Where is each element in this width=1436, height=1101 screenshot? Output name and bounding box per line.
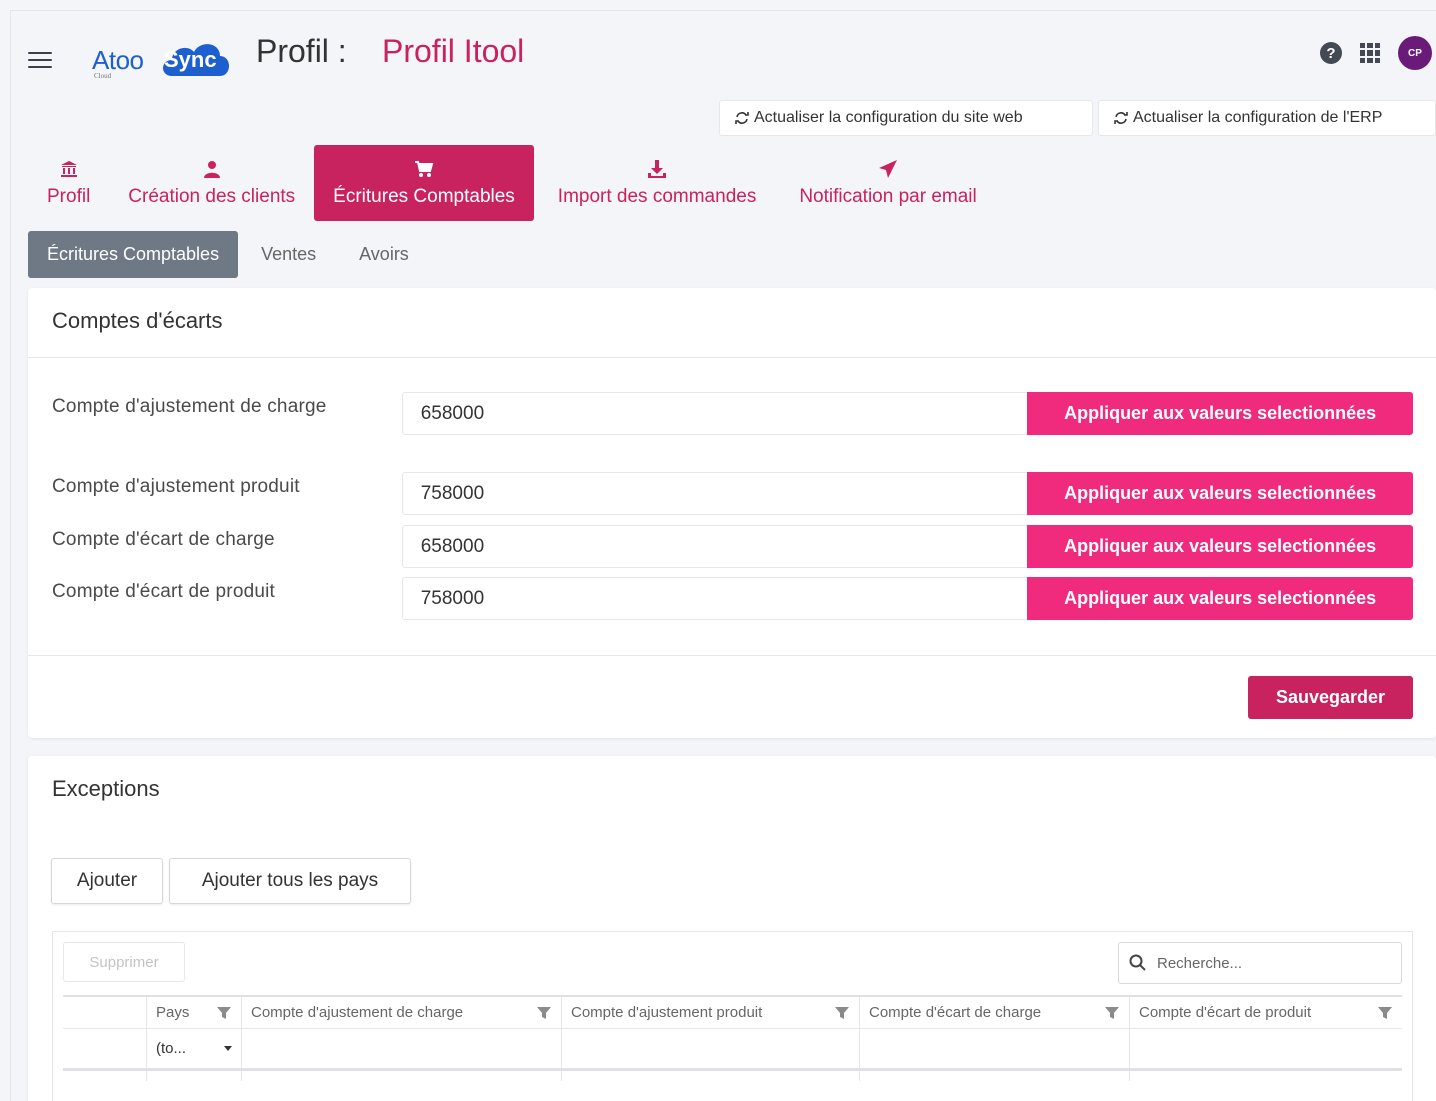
refresh-icon — [1114, 112, 1128, 124]
field-label: Compte d'ajustement produit — [52, 476, 300, 497]
divider — [28, 357, 1436, 358]
tab-profil-label: Profil — [47, 186, 91, 207]
save-button[interactable]: Sauvegarder — [1248, 676, 1413, 719]
form-row: Compte d'ajustement produit 758000 Appli… — [52, 472, 1413, 515]
exceptions-grid: Supprimer Recherche... Pays Compte d'aju… — [52, 931, 1413, 1101]
field-label: Compte d'écart de charge — [52, 529, 275, 550]
add-button[interactable]: Ajouter — [51, 858, 163, 904]
refresh-erp-button[interactable]: Actualiser la configuration de l'ERP — [1098, 100, 1436, 136]
refresh-erp-label: Actualiser la configuration de l'ERP — [1133, 109, 1383, 126]
column-header-select — [63, 997, 147, 1028]
filter-icon[interactable] — [834, 1005, 850, 1021]
pays-filter-select[interactable]: (to... — [147, 1029, 242, 1068]
filter-icon[interactable] — [1104, 1005, 1120, 1021]
apply-button[interactable]: Appliquer aux valeurs selectionnées — [1027, 577, 1413, 620]
comptes-ecarts-card: Comptes d'écarts Compte d'ajustement de … — [28, 288, 1436, 738]
form-row: Compte d'écart de produit 758000 Appliqu… — [52, 577, 1413, 620]
subtab-ecritures-comptables[interactable]: Écritures Comptables — [28, 231, 239, 278]
subtab-ventes[interactable]: Ventes — [238, 231, 339, 278]
body-cell — [63, 1071, 147, 1081]
body-cell — [562, 1071, 860, 1081]
avatar[interactable]: CP — [1398, 36, 1432, 70]
tab-notification-email-label: Notification par email — [799, 186, 977, 207]
table-header-row: Pays Compte d'ajustement de charge Compt… — [63, 997, 1402, 1029]
logo-subtext: Cloud — [94, 72, 112, 80]
body-cell — [860, 1071, 1130, 1081]
filter-cell[interactable] — [860, 1029, 1130, 1068]
tab-import-commandes-label: Import des commandes — [557, 186, 757, 207]
bank-icon — [60, 161, 77, 177]
user-icon — [203, 161, 220, 178]
logo[interactable]: Atoo Sync Cloud — [92, 34, 242, 82]
tab-profil[interactable]: Profil — [28, 145, 109, 221]
apply-button[interactable]: Appliquer aux valeurs selectionnées — [1027, 392, 1413, 435]
table-body — [63, 1071, 1402, 1081]
search-input[interactable]: Recherche... — [1118, 942, 1402, 984]
filter-row: (to... — [63, 1029, 1402, 1071]
filter-icon[interactable] — [216, 1005, 232, 1021]
apply-button[interactable]: Appliquer aux valeurs selectionnées — [1027, 525, 1413, 568]
tab-ecritures-comptables[interactable]: Écritures Comptables — [314, 145, 534, 221]
delete-button[interactable]: Supprimer — [63, 942, 185, 982]
filter-icon[interactable] — [536, 1005, 552, 1021]
body-cell — [242, 1071, 562, 1081]
apps-grid-icon[interactable] — [1360, 43, 1380, 63]
cart-icon — [414, 161, 434, 177]
filter-cell[interactable] — [562, 1029, 860, 1068]
ajustement-charge-input[interactable]: 658000 — [401, 392, 1028, 435]
page-title-label: Profil : — [256, 33, 347, 69]
refresh-icon — [735, 112, 749, 124]
column-header-pays[interactable]: Pays — [147, 997, 242, 1028]
caret-down-icon — [224, 1046, 232, 1051]
form-row: Compte d'écart de charge 658000 Applique… — [52, 525, 1413, 568]
apply-button[interactable]: Appliquer aux valeurs selectionnées — [1027, 472, 1413, 515]
download-icon — [648, 160, 667, 178]
search-placeholder: Recherche... — [1157, 954, 1243, 972]
filter-cell[interactable] — [242, 1029, 562, 1068]
send-icon — [879, 160, 898, 178]
field-label: Compte d'ajustement de charge — [52, 396, 327, 417]
logo-text-sync: Sync — [164, 47, 217, 72]
column-header-ajustement-charge[interactable]: Compte d'ajustement de charge — [242, 997, 562, 1028]
filter-cell[interactable] — [1130, 1029, 1402, 1068]
tab-import-commandes[interactable]: Import des commandes — [534, 145, 781, 221]
body-cell — [1130, 1071, 1402, 1081]
tab-ecritures-comptables-label: Écritures Comptables — [333, 186, 515, 207]
column-header-ecart-charge[interactable]: Compte d'écart de charge — [860, 997, 1130, 1028]
add-all-countries-button[interactable]: Ajouter tous les pays — [169, 858, 411, 904]
tab-notification-email[interactable]: Notification par email — [780, 145, 995, 221]
help-icon[interactable]: ? — [1320, 42, 1342, 64]
main-tabs: Profil Création des clients Écritures Co… — [28, 145, 996, 221]
column-header-ecart-produit[interactable]: Compte d'écart de produit — [1130, 997, 1402, 1028]
ajustement-produit-input[interactable]: 758000 — [401, 472, 1028, 515]
tab-creation-clients[interactable]: Création des clients — [109, 145, 314, 221]
menu-icon[interactable] — [28, 52, 52, 68]
search-icon — [1129, 954, 1146, 971]
divider — [28, 655, 1436, 656]
sub-tabs: Écritures Comptables Ventes Avoirs — [28, 231, 429, 278]
exceptions-card: Exceptions Ajouter Ajouter tous les pays… — [28, 756, 1436, 1101]
refresh-site-label: Actualiser la configuration du site web — [754, 109, 1023, 126]
ecart-produit-input[interactable]: 758000 — [401, 577, 1028, 620]
filter-cell — [63, 1029, 147, 1068]
refresh-site-button[interactable]: Actualiser la configuration du site web — [719, 100, 1093, 136]
comptes-ecarts-title: Comptes d'écarts — [52, 308, 223, 333]
ecart-charge-input[interactable]: 658000 — [401, 525, 1028, 568]
body-cell — [147, 1071, 242, 1081]
form-row: Compte d'ajustement de charge 658000 App… — [52, 392, 1413, 435]
page-title: Profil Itool — [382, 33, 525, 69]
grid-table: Pays Compte d'ajustement de charge Compt… — [63, 995, 1402, 1081]
column-header-ajustement-produit[interactable]: Compte d'ajustement produit — [562, 997, 860, 1028]
filter-icon[interactable] — [1377, 1005, 1393, 1021]
exceptions-title: Exceptions — [52, 776, 160, 801]
field-label: Compte d'écart de produit — [52, 581, 276, 602]
tab-creation-clients-label: Création des clients — [128, 186, 296, 207]
subtab-avoirs[interactable]: Avoirs — [339, 231, 429, 278]
header-icons: ? CP — [1320, 36, 1432, 70]
